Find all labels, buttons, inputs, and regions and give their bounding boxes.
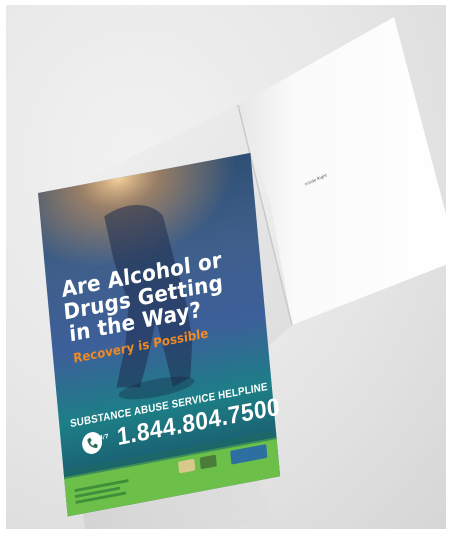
phone-icon: 24/7 xyxy=(82,432,109,454)
photo-frame: Are Alcohol or Drugs Getting in the Way?… xyxy=(6,5,446,529)
phone-badge-text: 24/7 xyxy=(95,434,109,443)
front-cover-text: Are Alcohol or Drugs Getting in the Way?… xyxy=(38,153,281,517)
